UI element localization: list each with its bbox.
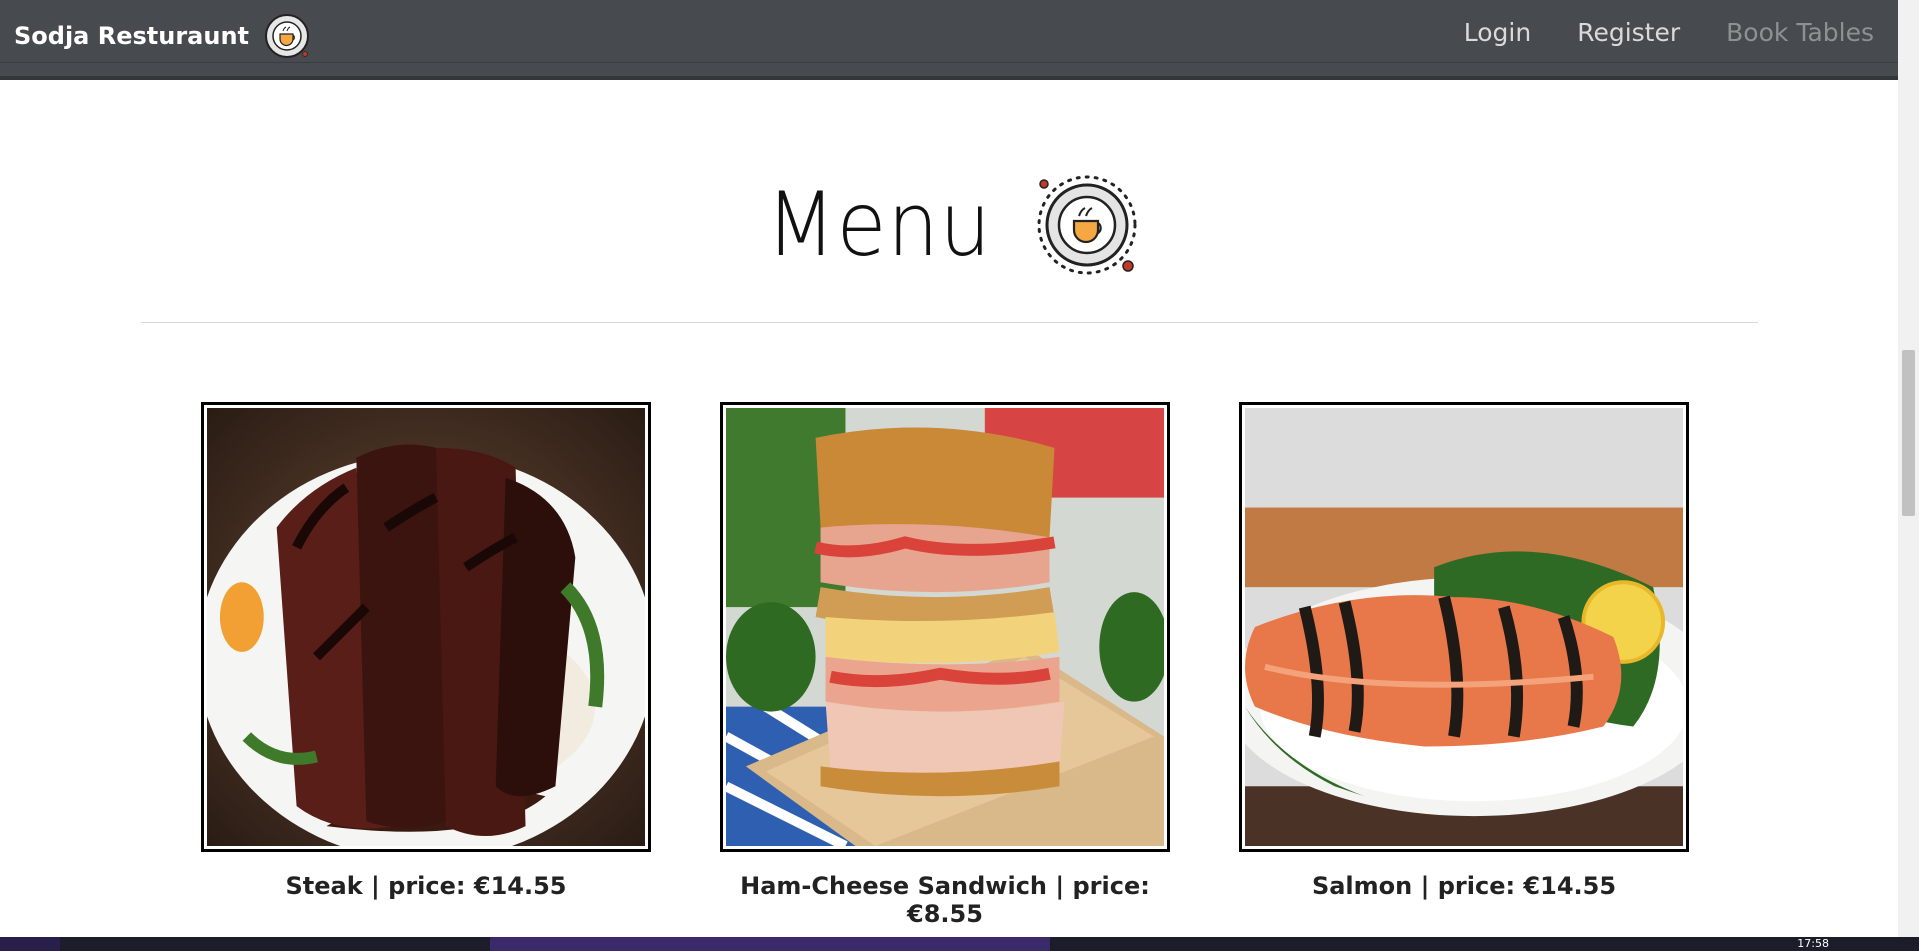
salmon-image[interactable] [1239, 402, 1689, 852]
menu-heading: Menu [0, 170, 1898, 280]
menu-item-card[interactable]: Steak | price: €14.55 [201, 402, 651, 900]
brand[interactable]: Sodja Resturaunt [14, 14, 313, 58]
brand-name[interactable]: Sodja Resturaunt [14, 22, 249, 50]
menu-item-card[interactable]: Salmon | price: €14.55 [1239, 402, 1689, 900]
coffee-logo-icon [261, 10, 313, 62]
taskbar-start-area[interactable] [0, 937, 60, 951]
page-scrollbar[interactable] [1898, 0, 1919, 937]
ham-cheese-sandwich-image[interactable] [720, 402, 1170, 852]
top-navbar: Sodja Resturaunt Login Register Book Tab… [0, 0, 1898, 80]
login-link[interactable]: Login [1464, 18, 1531, 47]
taskbar-clock: 17:58 [1797, 937, 1829, 950]
os-taskbar: 17:58 [0, 937, 1919, 951]
book-tables-link[interactable]: Book Tables [1726, 18, 1874, 47]
taskbar-apps[interactable] [490, 937, 1050, 951]
nav-links: Login Register Book Tables [1464, 18, 1874, 47]
menu-item-card[interactable]: Ham-Cheese Sandwich | price: €8.55 [720, 402, 1170, 928]
menu-item-caption: Steak | price: €14.55 [285, 872, 567, 900]
menu-item-caption: Salmon | price: €14.55 [1311, 872, 1617, 900]
heading-divider [141, 322, 1758, 323]
steak-image[interactable] [201, 402, 651, 852]
page-title: Menu [766, 173, 992, 276]
menu-item-caption: Ham-Cheese Sandwich | price: €8.55 [740, 872, 1150, 928]
navbar-divider [0, 62, 1898, 63]
register-link[interactable]: Register [1577, 18, 1680, 47]
scrollbar-thumb[interactable] [1902, 350, 1915, 516]
coffee-logo-icon [1032, 170, 1142, 280]
